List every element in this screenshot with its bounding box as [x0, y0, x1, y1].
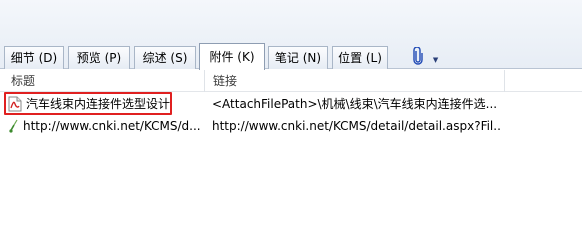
- tab-location[interactable]: 位置 (L): [332, 46, 388, 69]
- tab-notes[interactable]: 笔记 (N): [268, 46, 328, 69]
- attachment-title-cell: http://www.cnki.net/KCMS/d...: [8, 115, 203, 137]
- tab-strip: 细节 (D) 预览 (P) 综述 (S) 附件 (K) 笔记 (N) 位置 (L…: [0, 43, 582, 72]
- table-row[interactable]: http://www.cnki.net/KCMS/d... http://www…: [0, 115, 582, 137]
- chevron-down-icon: ▼: [432, 55, 439, 64]
- tab-attachments[interactable]: 附件 (K): [199, 43, 265, 70]
- selection-highlight: [4, 92, 172, 115]
- paperclip-icon: [413, 46, 423, 72]
- tab-summary[interactable]: 综述 (S): [134, 46, 196, 69]
- column-header-title[interactable]: 标题: [0, 70, 205, 92]
- tab-preview[interactable]: 预览 (P): [68, 46, 130, 69]
- attachment-link: <AttachFilePath>\机械\线束\汽车线束内连接件选...: [212, 97, 498, 111]
- panel-toolbar: 细节 (D) 预览 (P) 综述 (S) 附件 (K) 笔记 (N) 位置 (L…: [0, 0, 582, 72]
- attachments-table-header: 标题 链接: [0, 70, 582, 92]
- column-header-link[interactable]: 链接: [205, 70, 505, 92]
- attachment-title: http://www.cnki.net/KCMS/d...: [23, 119, 201, 133]
- web-link-icon: [8, 118, 20, 134]
- attachment-link: http://www.cnki.net/KCMS/detail/detail.a…: [212, 119, 502, 133]
- attach-menu-button[interactable]: ▼: [413, 46, 443, 72]
- tab-details[interactable]: 细节 (D): [4, 46, 64, 69]
